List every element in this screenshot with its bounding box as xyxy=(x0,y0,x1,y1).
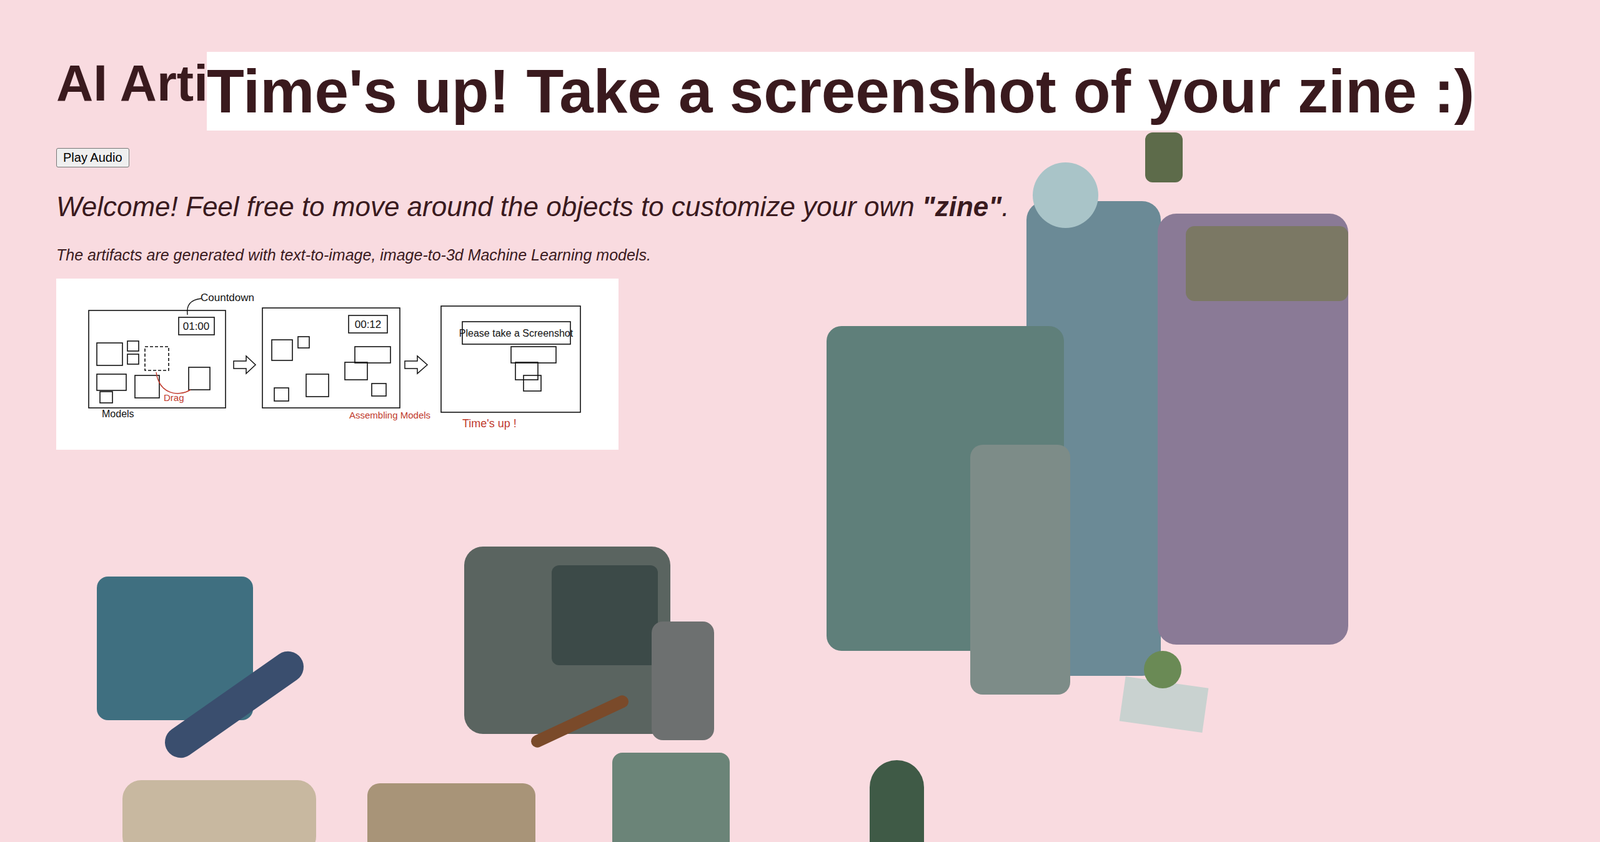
plant-pot xyxy=(1145,132,1183,183)
times-up-overlay: Time's up! Take a screenshot of your zin… xyxy=(206,51,1475,131)
model-note: The artifacts are generated with text-to… xyxy=(56,245,651,265)
svg-text:Drag: Drag xyxy=(163,392,185,403)
tile-tree xyxy=(1143,650,1182,689)
svg-text:Time's up !: Time's up ! xyxy=(462,417,517,430)
console-screen xyxy=(551,565,658,666)
page: AI Arti Play Audio Welcome! Feel free to m… xyxy=(0,0,1600,842)
play-audio-button[interactable]: Play Audio xyxy=(56,148,130,168)
model[interactable] xyxy=(857,760,937,842)
svg-text:01:00: 01:00 xyxy=(183,320,210,333)
lantern xyxy=(869,760,925,842)
times-up-message: Time's up! Take a screenshot of your zin… xyxy=(206,51,1475,131)
model[interactable] xyxy=(612,752,730,842)
model[interactable] xyxy=(367,783,536,842)
svg-text:00:12: 00:12 xyxy=(354,318,382,331)
diagram-drawing: Countdown 01:00 Drag Models 00:12 Assembling … xyxy=(56,278,619,450)
svg-text:Countdown: Countdown xyxy=(200,291,255,304)
tv xyxy=(1185,226,1349,302)
welcome-text: Welcome! Feel free to move around the ob… xyxy=(56,191,1009,223)
svg-text:Models: Models xyxy=(101,408,135,420)
piano xyxy=(367,783,536,842)
model[interactable] xyxy=(1122,650,1206,728)
model[interactable] xyxy=(96,576,317,781)
small-building xyxy=(612,752,730,842)
svg-text:Assembling Models: Assembling Models xyxy=(349,409,431,421)
page-title: AI Arti xyxy=(56,52,209,114)
bed xyxy=(122,780,317,842)
zine-emphasis: "zine" xyxy=(922,191,1002,222)
svg-text:Please take a Screenshot: Please take a Screenshot xyxy=(459,327,574,339)
model[interactable] xyxy=(464,515,715,776)
console-side xyxy=(651,621,715,741)
instruction-diagram: Countdown 01:00 Drag Models 00:12 Assembling … xyxy=(56,278,619,450)
model[interactable] xyxy=(122,780,317,842)
fishbowl xyxy=(1032,162,1099,229)
machine-side xyxy=(970,444,1071,695)
